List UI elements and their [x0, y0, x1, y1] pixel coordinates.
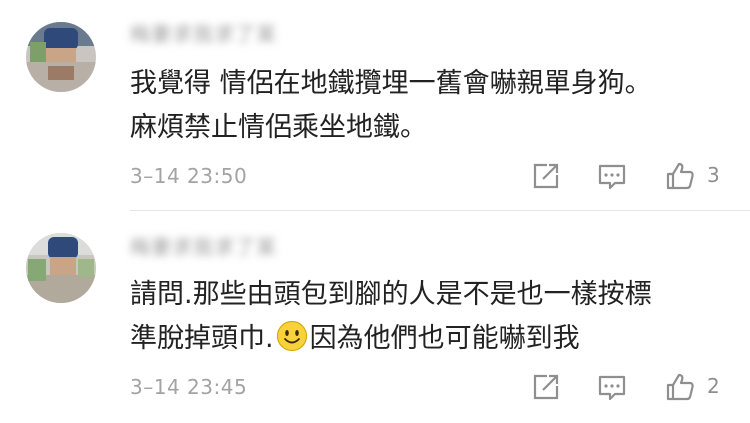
like-button[interactable] — [664, 371, 696, 403]
comment-text: 我覺得 情侶在地鐵攬埋一舊會嚇親單身狗。 麻煩禁止情侶乘坐地鐵。 — [130, 62, 652, 150]
like-count: 2 — [707, 374, 720, 398]
comment-item: 梅妻求我求了某 我覺得 情侶在地鐵攬埋一舊會嚇親單身狗。 麻煩禁止情侶乘坐地鐵。… — [0, 0, 750, 210]
reply-button[interactable] — [596, 160, 628, 192]
avatar[interactable] — [26, 22, 96, 92]
smile-emoji-icon — [276, 320, 308, 352]
reply-icon — [598, 164, 626, 190]
username[interactable]: 梅妻求我求了某 — [130, 18, 277, 47]
timestamp: 3–14 23:45 — [130, 375, 248, 399]
username[interactable]: 梅妻求我求了某 — [130, 231, 277, 260]
reply-icon — [598, 375, 626, 401]
comment-segment: 因為他們也可能嚇到我 — [309, 323, 580, 354]
comment-line: 我覺得 情侶在地鐵攬埋一舊會嚇親單身狗。 — [130, 68, 652, 99]
share-button[interactable] — [530, 371, 562, 403]
comment-text: 請問.那些由頭包到腳的人是不是也一樣按標 準脫掉頭巾. 因為他們也可能嚇到我 — [130, 273, 652, 361]
comment-segment: 準脫掉頭巾. — [130, 323, 274, 354]
comment-item: 梅妻求我求了某 請問.那些由頭包到腳的人是不是也一樣按標 準脫掉頭巾. 因為他們也… — [0, 211, 750, 423]
comment-line: 準脫掉頭巾. 因為他們也可能嚇到我 — [130, 317, 652, 361]
like-button[interactable] — [664, 160, 696, 192]
share-icon — [533, 374, 559, 400]
like-count: 3 — [707, 163, 720, 187]
timestamp: 3–14 23:50 — [130, 164, 248, 188]
comment-line: 麻煩禁止情侶乘坐地鐵。 — [130, 112, 427, 143]
share-button[interactable] — [530, 160, 562, 192]
avatar[interactable] — [26, 233, 96, 303]
like-icon — [666, 373, 694, 401]
comment-line: 請問.那些由頭包到腳的人是不是也一樣按標 — [130, 279, 652, 310]
like-icon — [666, 162, 694, 190]
share-icon — [533, 163, 559, 189]
reply-button[interactable] — [596, 371, 628, 403]
